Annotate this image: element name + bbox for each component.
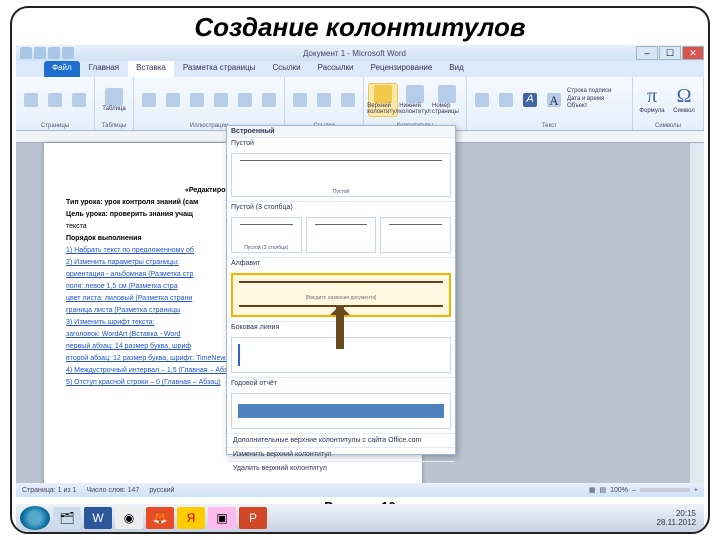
explorer-icon[interactable]: 🗂 — [53, 507, 81, 529]
start-button[interactable] — [20, 506, 50, 530]
signature-line-button[interactable]: Строка подписи — [567, 88, 611, 96]
screenshot-button[interactable] — [258, 93, 280, 107]
ribbon-tabs: Файл Главная Вставка Разметка страницы С… — [16, 61, 704, 77]
word-taskbar-icon[interactable]: W — [84, 507, 112, 529]
symbol-button[interactable]: ΩСимвол — [669, 85, 699, 114]
blank-page-button[interactable] — [44, 93, 66, 107]
scrollbar-vertical[interactable] — [690, 143, 704, 483]
gallery-item[interactable] — [380, 217, 451, 253]
tab-review[interactable]: Рецензирование — [363, 61, 441, 77]
gallery-section-alphabet: Алфавит — [227, 257, 455, 269]
slide-title: Создание колонтитулов — [12, 8, 708, 45]
gallery-item[interactable] — [306, 217, 377, 253]
gallery-section-empty3: Пустой (3 столбца) — [227, 201, 455, 213]
tab-view[interactable]: Вид — [441, 61, 471, 77]
tab-insert[interactable]: Вставка — [128, 61, 174, 77]
status-page[interactable]: Страница: 1 из 1 — [22, 487, 76, 494]
picture-button[interactable] — [138, 93, 160, 107]
tab-file[interactable]: Файл — [44, 61, 80, 77]
group-label-symbols: Символы — [633, 122, 703, 130]
minimize-button[interactable]: – — [636, 46, 658, 60]
firefox-icon[interactable]: 🦊 — [146, 507, 174, 529]
equation-button[interactable]: πФормула — [637, 85, 667, 114]
zoom-slider[interactable] — [640, 488, 690, 492]
redo-icon[interactable] — [62, 47, 74, 59]
dropcap-button[interactable]: A — [543, 93, 565, 107]
ribbon-group-symbols: πФормула ΩСимвол Символы — [633, 77, 704, 130]
ribbon-group-tables: Таблица Таблицы — [95, 77, 134, 130]
gallery-section-empty: Пустой — [227, 137, 455, 149]
tab-links[interactable]: Ссылки — [264, 61, 308, 77]
chart-button[interactable] — [234, 93, 256, 107]
header-gallery: Встроенный Пустой Пустой Пустой (3 столб… — [226, 125, 456, 455]
view-printlayout-icon[interactable]: ▦ — [589, 486, 596, 494]
omega-icon: Ω — [677, 85, 692, 108]
word-window: Документ 1 - Microsoft Word – ☐ ✕ Файл Г… — [16, 45, 704, 497]
page-number-button[interactable]: Номер страницы — [432, 85, 462, 115]
save-icon[interactable] — [34, 47, 46, 59]
gallery-edit-header[interactable]: Изменить верхний колонтитул — [227, 447, 455, 461]
view-reading-icon[interactable]: ▤ — [599, 486, 606, 494]
tab-layout[interactable]: Разметка страницы — [175, 61, 264, 77]
zoom-out-button[interactable]: – — [632, 487, 636, 494]
hyperlink-button[interactable] — [289, 93, 311, 107]
app-icon[interactable]: ▣ — [208, 507, 236, 529]
wordart-button[interactable]: A — [519, 93, 541, 107]
textbox-button[interactable] — [471, 93, 493, 107]
cover-page-button[interactable] — [20, 93, 42, 107]
zoom-value[interactable]: 100% — [610, 487, 628, 494]
quickparts-button[interactable] — [495, 93, 517, 107]
taskbar: 🗂 W ◉ 🦊 Я ▣ P 20:15 28.11.2012 — [16, 504, 704, 532]
undo-icon[interactable] — [48, 47, 60, 59]
window-title: Документ 1 - Microsoft Word — [74, 49, 635, 58]
annotation-arrow — [336, 305, 344, 349]
quick-access-toolbar — [16, 47, 74, 59]
group-label-text: Текст — [467, 122, 632, 130]
ribbon-group-text: A A Строка подписи Дата и время Объект Т… — [467, 77, 633, 130]
status-lang[interactable]: русский — [149, 487, 174, 494]
footer-button[interactable]: Нижний колонтитул — [400, 85, 430, 115]
header-button[interactable]: Верхний колонтитул — [368, 83, 398, 117]
yandex-icon[interactable]: Я — [177, 507, 205, 529]
page-break-button[interactable] — [68, 93, 90, 107]
clipart-button[interactable] — [162, 93, 184, 107]
gallery-header: Встроенный — [227, 126, 455, 137]
powerpoint-icon[interactable]: P — [239, 507, 267, 529]
date-time-button[interactable]: Дата и время — [567, 96, 611, 104]
tab-mailings[interactable]: Рассылки — [310, 61, 362, 77]
tab-home[interactable]: Главная — [81, 61, 127, 77]
object-button[interactable]: Объект — [567, 103, 611, 111]
ribbon-group-headerfooter: Верхний колонтитул Нижний колонтитул Ном… — [364, 77, 467, 130]
ribbon-group-pages: Страницы — [16, 77, 95, 130]
maximize-button[interactable]: ☐ — [659, 46, 681, 60]
smartart-button[interactable] — [210, 93, 232, 107]
bookmark-button[interactable] — [313, 93, 335, 107]
gallery-item[interactable]: Пустой (3 столбца) — [231, 217, 302, 253]
ribbon-group-illustrations: Иллюстрации — [134, 77, 285, 130]
gallery-item-empty[interactable]: Пустой — [231, 153, 451, 197]
gallery-item[interactable] — [231, 393, 451, 429]
chrome-icon[interactable]: ◉ — [115, 507, 143, 529]
shapes-button[interactable] — [186, 93, 208, 107]
status-words[interactable]: Число слов: 147 — [86, 487, 139, 494]
table-button[interactable]: Таблица — [99, 88, 129, 112]
gallery-more-office[interactable]: Дополнительные верхние колонтитулы с сай… — [227, 433, 455, 447]
group-label-tables: Таблицы — [95, 122, 133, 130]
pi-icon: π — [647, 85, 657, 108]
ribbon: Страницы Таблица Таблицы Иллюстрации — [16, 77, 704, 131]
zoom-in-button[interactable]: + — [694, 487, 698, 494]
close-button[interactable]: ✕ — [682, 46, 704, 60]
gallery-section-annual: Годовой отчёт — [227, 377, 455, 389]
taskbar-clock[interactable]: 20:15 28.11.2012 — [657, 509, 700, 527]
crossref-button[interactable] — [337, 93, 359, 107]
gallery-remove-header[interactable]: Удалить верхний колонтитул — [227, 461, 455, 475]
word-icon — [20, 47, 32, 59]
titlebar: Документ 1 - Microsoft Word – ☐ ✕ — [16, 45, 704, 61]
statusbar: Страница: 1 из 1 Число слов: 147 русский… — [16, 483, 704, 497]
group-label-pages: Страницы — [16, 122, 94, 130]
ribbon-group-links: Ссылки — [285, 77, 364, 130]
